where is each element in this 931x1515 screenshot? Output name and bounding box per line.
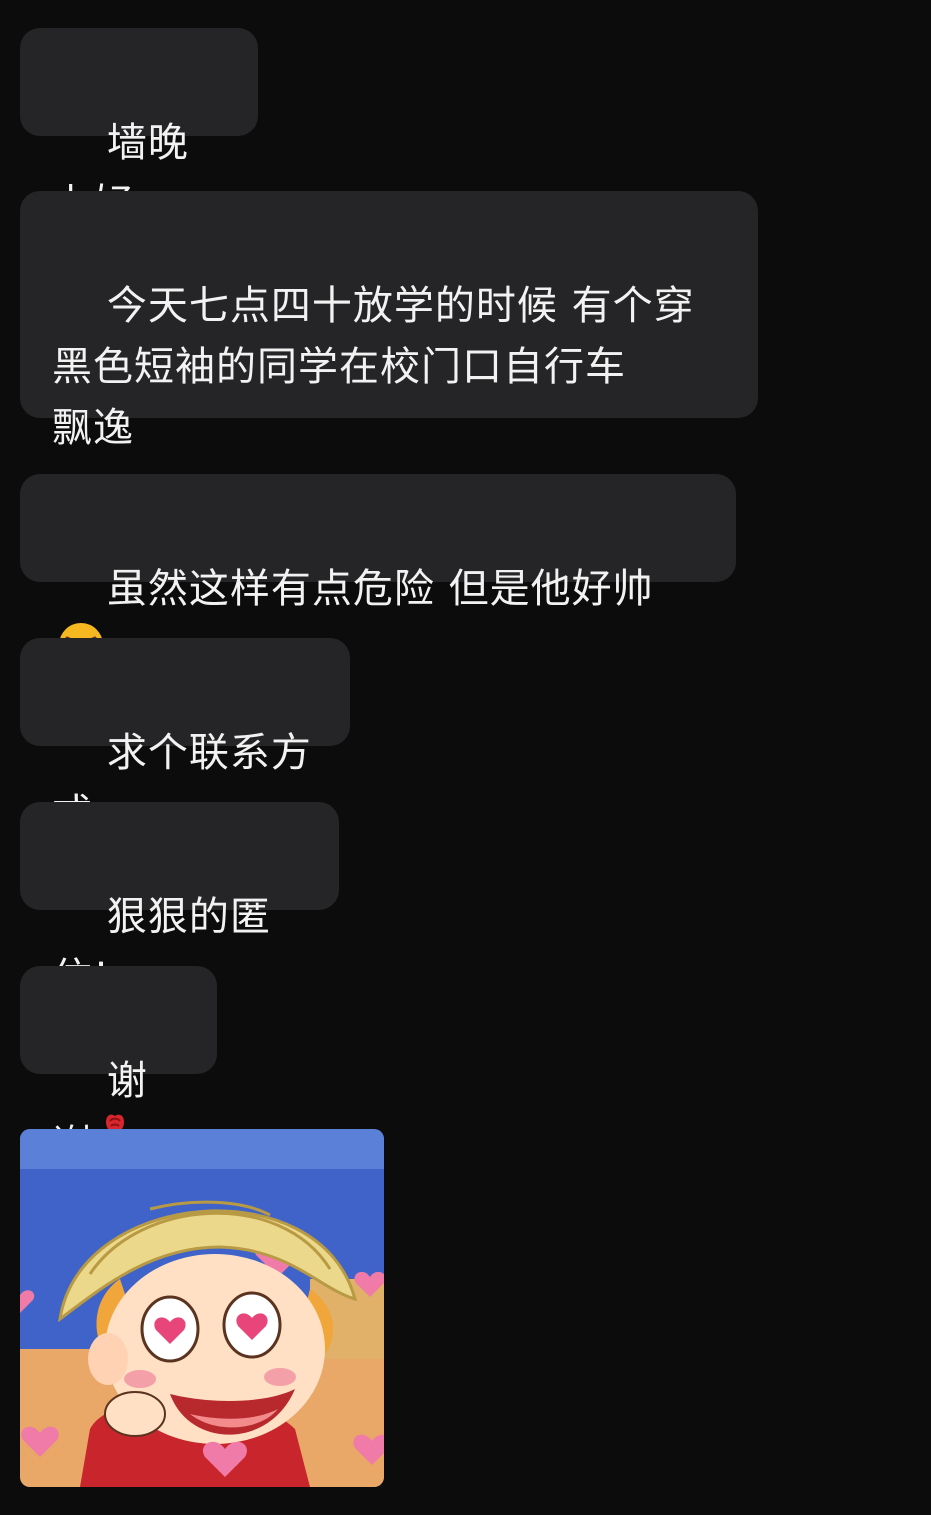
message-text: 虽然这样有点危险 但是他好帅 bbox=[106, 566, 654, 612]
message-bubble[interactable]: 求个联系方式 bbox=[20, 638, 350, 837]
message-bubble[interactable]: 谢谢 bbox=[20, 966, 217, 1168]
message-text: 今天七点四十放学的时候 有个穿 黑色短袖的同学在校门口自行车 飘逸 bbox=[52, 283, 695, 451]
chat-thread: 墙晚上好 今天七点四十放学的时候 有个穿 黑色短袖的同学在校门口自行车 飘逸 虽… bbox=[0, 0, 931, 1515]
cartoon-girl-heart-eyes-sticker[interactable] bbox=[20, 1129, 384, 1487]
message-bubble[interactable]: 虽然这样有点危险 但是他好帅 bbox=[20, 474, 736, 667]
message-bubble[interactable]: 今天七点四十放学的时候 有个穿 黑色短袖的同学在校门口自行车 飘逸 bbox=[20, 191, 758, 451]
message-bubble[interactable]: 狠狠的匿住! bbox=[20, 802, 339, 1001]
message-bubble[interactable]: 墙晚上好 bbox=[20, 28, 258, 227]
